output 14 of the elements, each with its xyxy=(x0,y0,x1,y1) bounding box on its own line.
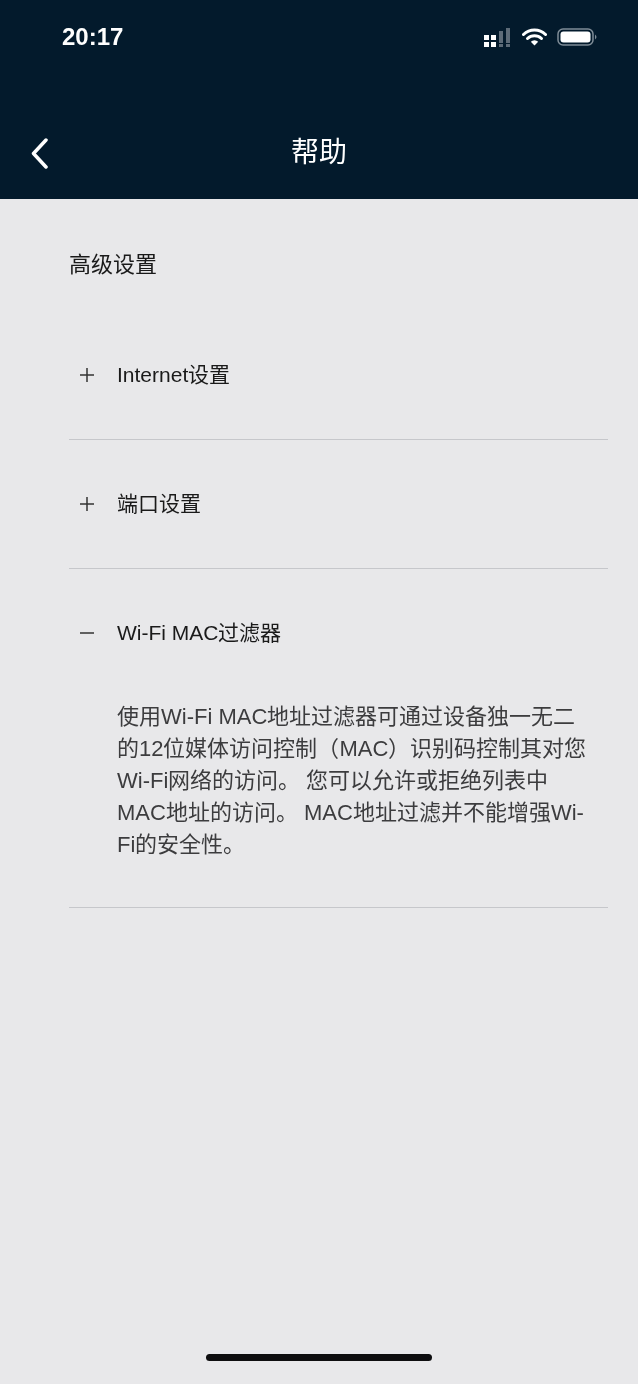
wifi-icon xyxy=(522,28,547,46)
accordion-label: Wi-Fi MAC过滤器 xyxy=(117,620,282,646)
accordion-description: 使用Wi-Fi MAC地址过滤器可通过设备独一无二的12位媒体访问控制（MAC）识别码控制其对您Wi-Fi网络的访问。 您可以允许或拒绝列表中MAC地址的访问。 MAC地址过滤并不能增强Wi-Fi的安全性。 xyxy=(117,703,588,859)
page-title: 帮助 xyxy=(290,136,348,170)
signal-icon xyxy=(484,27,512,47)
accordion-label: 端口设置 xyxy=(117,491,201,517)
accordion-header[interactable]: 端口设置 xyxy=(69,440,608,568)
accordion-header[interactable]: Wi-Fi MAC过滤器 xyxy=(69,569,608,647)
section-title: 高级设置 xyxy=(69,251,158,279)
accordion-label: Internet设置 xyxy=(117,362,231,388)
battery-icon xyxy=(557,28,598,46)
back-icon xyxy=(31,137,48,169)
accordion-header[interactable]: Internet设置 xyxy=(69,311,608,439)
status-time: 20:17 xyxy=(62,23,124,51)
